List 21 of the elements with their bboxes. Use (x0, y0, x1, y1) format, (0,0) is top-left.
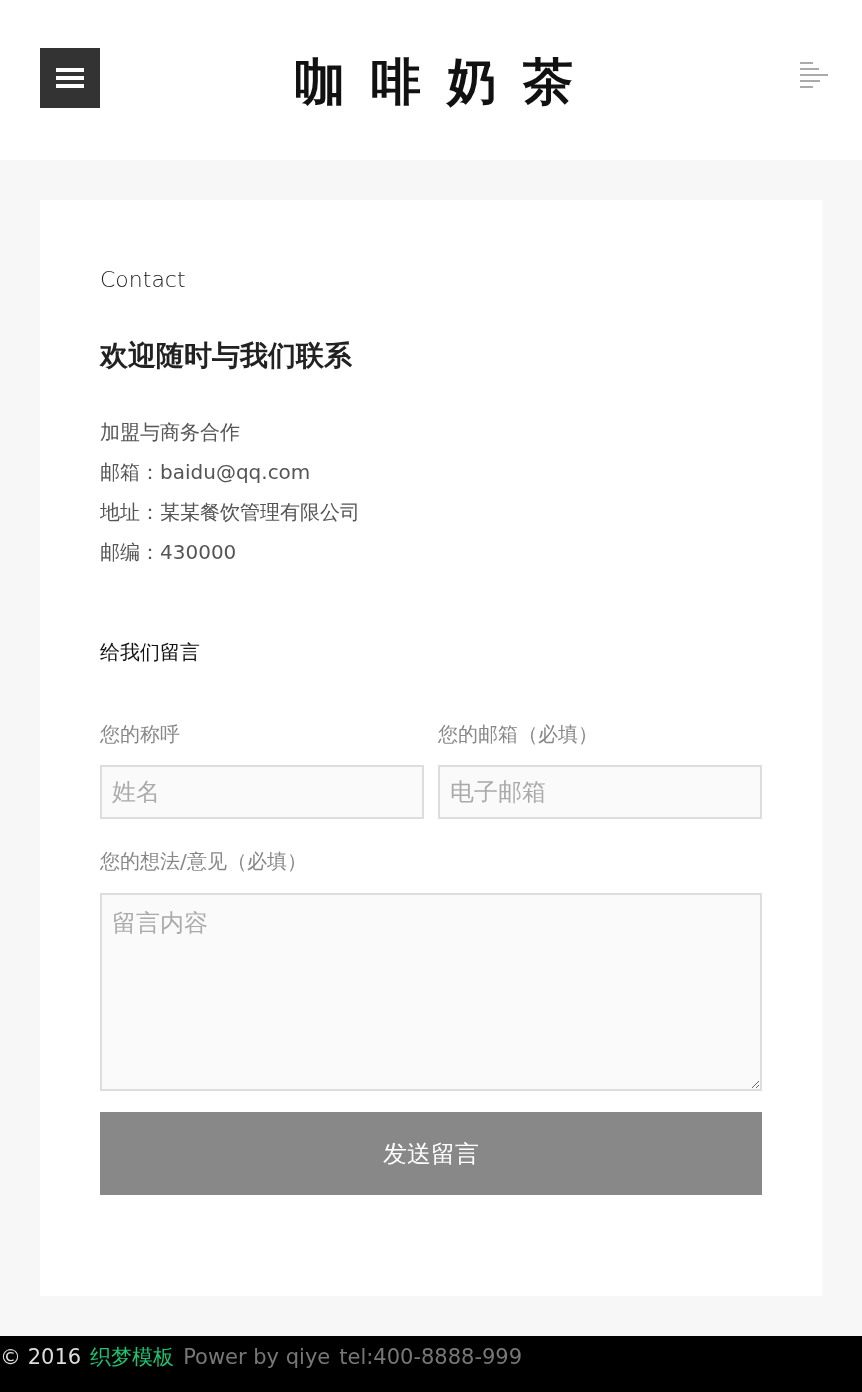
input-field[interactable]: 姓名 (100, 765, 424, 819)
contact-info-line: 邮箱：baidu@qq.com (100, 459, 312, 486)
powered-by-text: Power by qiye (183, 1344, 331, 1371)
message-field[interactable]: 留言内容 (100, 893, 762, 1091)
field-label: 您的想法/意见（必填） (100, 848, 308, 875)
phone-text: tel:400-8888-999 (339, 1344, 523, 1371)
footer-link[interactable]: 织梦模板 (90, 1343, 175, 1371)
copyright-text: © 2016 (0, 1344, 82, 1371)
field-label: 您的邮箱（必填） (438, 721, 599, 748)
submit-button[interactable]: 发送留言 (100, 1112, 762, 1195)
field-label: 您的称呼 (100, 721, 181, 748)
menu-button[interactable] (40, 48, 100, 108)
contact-info-line: 邮编：430000 (100, 539, 238, 566)
input-field[interactable]: 电子邮箱 (438, 765, 762, 819)
form-heading: 给我们留言 (100, 639, 201, 666)
contact-info-line: 地址：某某餐饮管理有限公司 (100, 499, 361, 526)
page-heading: 欢迎随时与我们联系 (100, 338, 353, 374)
section-label: Contact (100, 266, 187, 294)
menu-icon (56, 68, 84, 88)
logo[interactable]: 咖啡奶茶 (269, 52, 599, 112)
contact-info-line: 加盟与商务合作 (100, 419, 241, 446)
